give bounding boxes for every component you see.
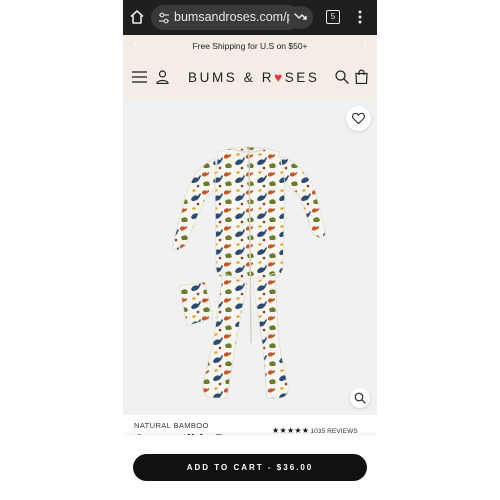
next-announcement-icon[interactable]: › <box>363 39 367 51</box>
hamburger-icon[interactable] <box>132 71 147 83</box>
product-image[interactable] <box>123 98 377 415</box>
bag-icon[interactable] <box>355 69 368 84</box>
sticky-cart-bar: ADD TO CART - $36.00 <box>123 435 377 500</box>
site-settings-icon[interactable] <box>157 11 171 25</box>
logo-text-right: SES <box>284 70 320 85</box>
product-info: NATURAL BAMBOO ★★★★★1035 REVIEWS Convert… <box>123 415 377 500</box>
url-text[interactable]: bumsandroses.com/p <box>174 10 294 24</box>
home-icon[interactable] <box>129 9 145 25</box>
romper-illustration <box>172 146 326 399</box>
account-icon[interactable] <box>156 70 169 84</box>
rating-stars-icon: ★★★★★ <box>272 426 310 435</box>
announcement-bar: ‹ Free Shipping for U.S on $50+ › <box>123 35 377 58</box>
zoom-icon <box>354 392 366 404</box>
site-header: BUMS & R♥SES <box>123 58 377 98</box>
logo-text-left: BUMS & R <box>188 70 275 85</box>
extension-button[interactable] <box>289 6 313 29</box>
wishlist-button[interactable] <box>346 106 371 131</box>
product-collection[interactable]: NATURAL BAMBOO <box>134 421 209 430</box>
announcement-text: Free Shipping for U.S on $50+ <box>192 41 308 51</box>
review-count: 1035 REVIEWS <box>310 428 358 435</box>
tabs-icon[interactable]: 5 <box>326 10 340 24</box>
wishlist-heart-icon <box>352 112 365 125</box>
extension-icon <box>294 13 307 20</box>
browser-toolbar: bumsandroses.com/p 5 <box>123 0 377 35</box>
address-bar[interactable]: bumsandroses.com/p <box>151 5 301 30</box>
product-rating[interactable]: ★★★★★1035 REVIEWS <box>272 420 358 435</box>
zoom-button[interactable] <box>350 388 370 408</box>
add-to-cart-button[interactable]: ADD TO CART - $36.00 <box>133 454 367 481</box>
site-logo[interactable]: BUMS & R♥SES <box>188 70 320 85</box>
more-menu-icon[interactable] <box>358 9 362 25</box>
phone-screen: bumsandroses.com/p 5 ‹ Free Shipping for… <box>123 0 377 500</box>
logo-heart-icon: ♥ <box>274 70 285 85</box>
search-icon[interactable] <box>335 70 349 84</box>
